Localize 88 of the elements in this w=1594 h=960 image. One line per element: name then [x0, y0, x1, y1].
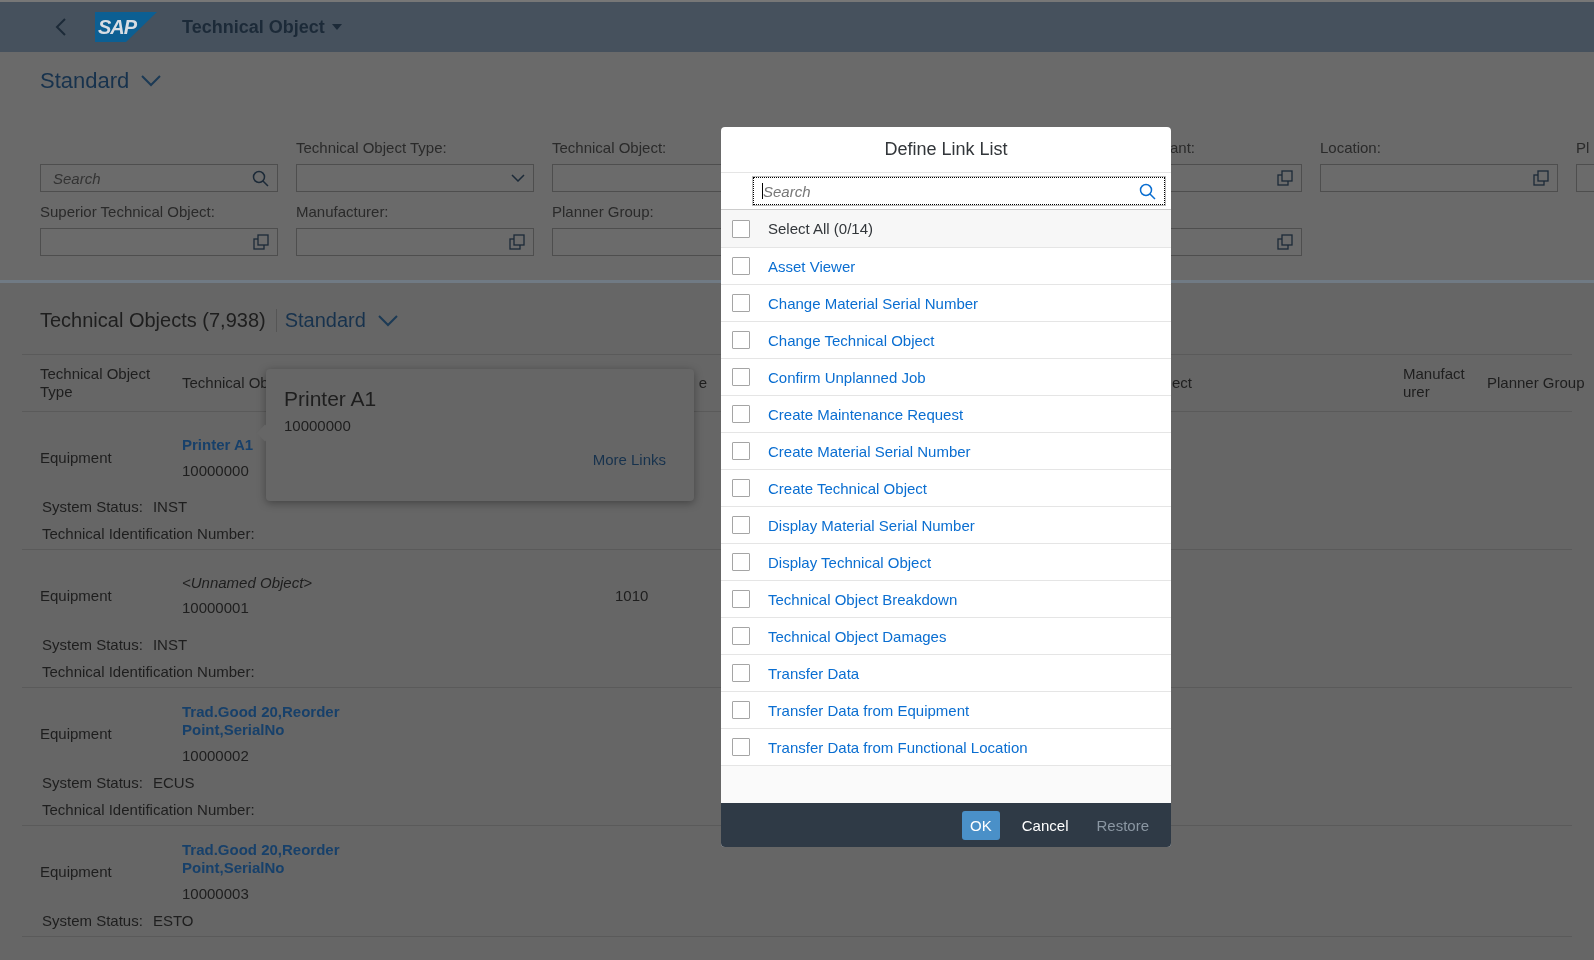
select-all-label[interactable]: Select All (0/14): [768, 220, 874, 237]
search-field[interactable]: Search: [753, 177, 1165, 205]
checkbox[interactable]: [732, 331, 750, 349]
column-header: Manufact urer: [1403, 365, 1466, 401]
chevron-icon: [511, 174, 525, 182]
filter-label: Superior Technical Object:: [40, 202, 216, 222]
column-header: ect: [1172, 374, 1193, 392]
status-value: ESTO: [152, 912, 194, 929]
checkbox[interactable]: [732, 368, 750, 386]
back-icon[interactable]: [55, 17, 67, 37]
input-field[interactable]: [296, 228, 534, 256]
filter-label: ant:: [1169, 138, 1197, 158]
value-help-icon: [1277, 170, 1293, 186]
link-item[interactable]: Transfer Data from Equipment: [768, 701, 970, 719]
value-help-icon: [509, 234, 525, 250]
link-item[interactable]: Display Material Serial Number: [768, 516, 975, 534]
table-cell-text: Equipment: [40, 724, 113, 742]
popover-title: Printer A1: [284, 387, 377, 411]
dialog-title: Define Link List: [884, 139, 1008, 160]
caret-icon: [331, 24, 342, 30]
filter-label: Technical Object:: [552, 138, 668, 158]
value-help-icon: [253, 234, 269, 250]
dialog-button[interactable]: Cancel: [1009, 810, 1081, 840]
checkbox[interactable]: [732, 627, 750, 645]
table-cell-text: Equipment: [40, 862, 113, 880]
status-value: INST: [152, 498, 188, 515]
input-field[interactable]: [1320, 164, 1558, 192]
checkbox[interactable]: [732, 479, 750, 497]
dropdown-field[interactable]: [296, 164, 534, 192]
column-header: e: [697, 374, 707, 392]
checkbox[interactable]: [732, 294, 750, 312]
status-value: ECUS: [152, 774, 195, 791]
filter-label: Planner Group:: [552, 202, 655, 222]
checkbox[interactable]: [732, 516, 750, 534]
checkbox[interactable]: [732, 738, 750, 756]
link-item[interactable]: Transfer Data from Functional Location: [768, 738, 1028, 756]
dialog-button[interactable]: OK: [962, 810, 1000, 840]
column-header: Planner Group: [1487, 374, 1586, 392]
checkbox[interactable]: [732, 590, 750, 608]
sap-logo: SAP: [95, 12, 157, 42]
link-item[interactable]: Change Material Serial Number: [768, 294, 979, 312]
search-icon: [252, 169, 269, 187]
chevron-icon: [141, 75, 162, 87]
link-item[interactable]: Change Technical Object: [768, 331, 935, 349]
link-item[interactable]: Technical Object Damages: [768, 627, 947, 645]
object-number: 10000000: [182, 461, 250, 479]
status-value: INST: [152, 636, 188, 653]
filter-label: Technical Object Type:: [296, 138, 448, 158]
link-item[interactable]: Create Maintenance Request: [768, 405, 964, 423]
table-title: Technical Objects (7,938): [40, 309, 277, 332]
checkbox[interactable]: [732, 405, 750, 423]
table-cell-text: 1010: [615, 586, 650, 604]
status-label: System Status:: [42, 636, 143, 653]
link-item[interactable]: Transfer Data: [768, 664, 860, 682]
link-item[interactable]: Technical Object Breakdown: [768, 590, 958, 608]
object-name: <Unnamed Object>: [182, 574, 314, 591]
chevron-icon: [377, 314, 398, 327]
value-help-icon: [1533, 170, 1549, 186]
search-icon: [1139, 182, 1156, 200]
status-label: System Status:: [42, 912, 143, 929]
tech-id-label: Technical Identification Number:: [42, 663, 255, 680]
table-cell-text: Equipment: [40, 586, 113, 604]
link-item[interactable]: Create Material Serial Number: [768, 442, 971, 460]
checkbox[interactable]: [732, 257, 750, 275]
filter-label: Location:: [1320, 138, 1382, 158]
object-number: 10000002: [182, 746, 250, 764]
link-item[interactable]: Asset Viewer: [768, 257, 856, 275]
checkbox[interactable]: [732, 553, 750, 571]
object-number: 10000003: [182, 884, 250, 902]
checkbox[interactable]: [732, 442, 750, 460]
link-item[interactable]: Confirm Unplanned Job: [768, 368, 926, 386]
filter-label: Pl: [1576, 138, 1591, 158]
checkbox[interactable]: [732, 219, 750, 238]
status-label: System Status:: [42, 498, 143, 515]
input-field[interactable]: [40, 228, 278, 256]
popover-number: 10000000: [284, 417, 351, 434]
link-item[interactable]: Display Technical Object: [768, 553, 932, 571]
table-cell-text: Equipment: [40, 448, 113, 466]
checkbox[interactable]: [732, 701, 750, 719]
object-number: 10000001: [182, 599, 250, 616]
tech-id-label: Technical Identification Number:: [42, 525, 255, 542]
filter-label: Manufacturer:: [296, 202, 390, 222]
column-header: Technical Object Type: [40, 365, 152, 401]
value-help-icon: [1277, 234, 1293, 250]
status-label: System Status:: [42, 774, 143, 791]
link-item[interactable]: Create Technical Object: [768, 479, 927, 497]
checkbox[interactable]: [732, 664, 750, 682]
tech-id-label: Technical Identification Number:: [42, 801, 255, 818]
